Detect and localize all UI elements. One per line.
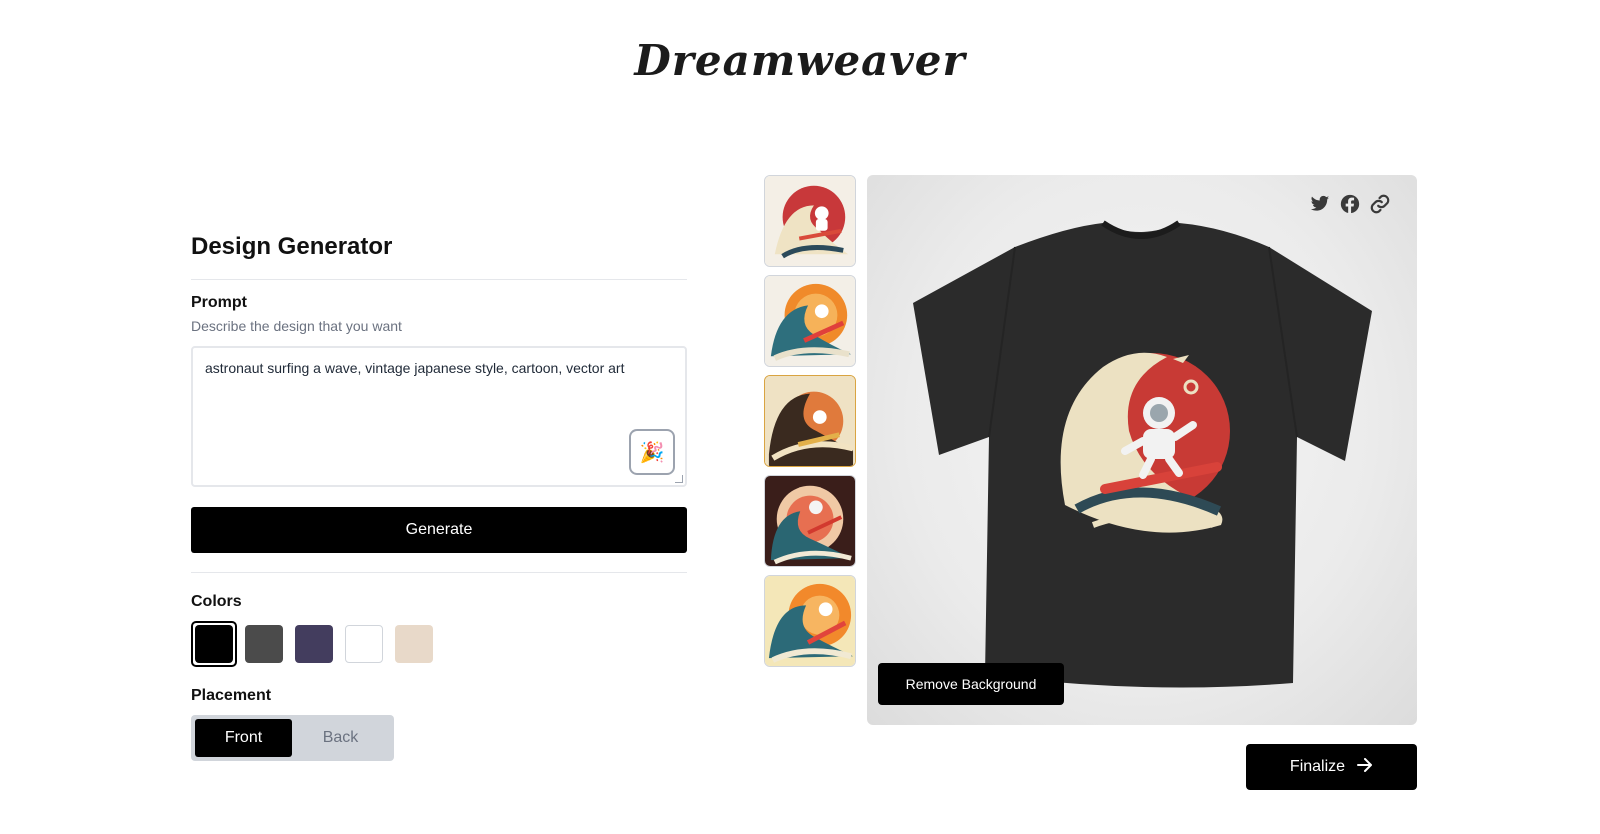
placement-back-button[interactable]: Back xyxy=(292,719,389,757)
color-swatches xyxy=(191,621,687,667)
color-swatch-cream[interactable] xyxy=(391,621,437,667)
swatch-fill xyxy=(245,625,283,663)
divider xyxy=(191,572,687,573)
design-image xyxy=(765,576,855,666)
design-image xyxy=(765,376,855,466)
tshirt-preview: Remove Background xyxy=(867,175,1417,725)
design-image xyxy=(765,176,855,266)
swatch-fill xyxy=(195,625,233,663)
swatch-fill xyxy=(395,625,433,663)
swatch-fill xyxy=(345,625,383,663)
design-thumbnail-5[interactable] xyxy=(764,575,856,667)
color-swatch-white[interactable] xyxy=(341,621,387,667)
page-title: Design Generator xyxy=(191,233,393,260)
design-thumbnail-1[interactable] xyxy=(764,175,856,267)
remove-background-button[interactable]: Remove Background xyxy=(878,663,1064,705)
arrow-right-icon xyxy=(1357,757,1373,777)
prompt-value: astronaut surfing a wave, vintage japane… xyxy=(205,360,625,376)
divider xyxy=(191,279,687,280)
design-thumbnails xyxy=(764,175,856,675)
prompt-help-text: Describe the design that you want xyxy=(191,318,402,334)
design-thumbnail-4[interactable] xyxy=(764,475,856,567)
surprise-me-button[interactable]: 🎉 xyxy=(629,429,675,475)
facebook-icon[interactable] xyxy=(1339,193,1361,215)
share-icons xyxy=(1309,193,1391,215)
generate-button[interactable]: Generate xyxy=(191,507,687,553)
party-popper-icon: 🎉 xyxy=(639,441,665,464)
design-image xyxy=(765,476,855,566)
finalize-label: Finalize xyxy=(1289,758,1346,775)
resize-handle[interactable] xyxy=(675,475,683,483)
design-image xyxy=(765,276,855,366)
color-swatch-navy-purple[interactable] xyxy=(291,621,337,667)
colors-label: Colors xyxy=(191,593,242,610)
brand-logo: Dreamweaver xyxy=(634,36,966,85)
link-icon[interactable] xyxy=(1369,193,1391,215)
design-thumbnail-3[interactable] xyxy=(764,375,856,467)
placement-label: Placement xyxy=(191,687,272,704)
twitter-icon[interactable] xyxy=(1309,193,1331,215)
placement-toggle: Front Back xyxy=(191,715,394,761)
design-thumbnail-2[interactable] xyxy=(764,275,856,367)
color-swatch-dark-grey[interactable] xyxy=(241,621,287,667)
prompt-textarea[interactable]: astronaut surfing a wave, vintage japane… xyxy=(191,346,687,487)
design-generator-panel: Design Generator Prompt Describe the des… xyxy=(191,230,687,761)
placement-front-button[interactable]: Front xyxy=(195,719,292,757)
tshirt-mockup xyxy=(913,220,1372,688)
swatch-fill xyxy=(295,625,333,663)
prompt-label: Prompt xyxy=(191,294,247,311)
color-swatch-black[interactable] xyxy=(191,621,237,667)
finalize-button[interactable]: Finalize xyxy=(1246,744,1417,790)
